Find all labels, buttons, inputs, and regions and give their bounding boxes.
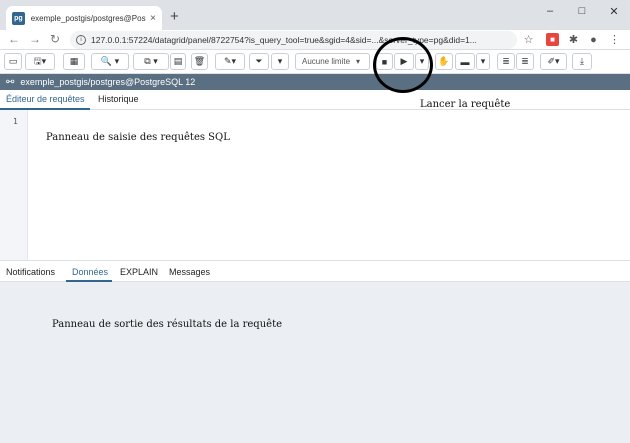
site-info-icon[interactable]: i [76,35,86,45]
edit-dropdown-button[interactable]: ✎▾ [215,53,245,70]
explain-options-dropdown[interactable]: ▾ [476,53,490,70]
sql-editor[interactable]: 1 Panneau de saisie des requêtes SQL [0,110,630,260]
connection-bar: ⚯ exemple_postgis/postgres@PostgreSQL 12 [0,74,630,90]
results-panel[interactable]: Panneau de sortie des résultats de la re… [0,282,630,443]
query-toolbar: ▭ 🖫▾ ▦ 🔍 ▾ ⧉ ▾ ▤ 🗑 ✎▾ ⏷ ▾ Aucune limite … [0,50,630,74]
open-file-button[interactable]: ▭ [4,53,22,70]
pgadmin-favicon-icon: pg [12,11,25,25]
copy-button[interactable]: ⧉ ▾ [133,53,169,70]
run-button-highlight-circle [373,37,433,93]
results-annotation: Panneau de sortie des résultats de la re… [52,319,283,330]
extension-icon[interactable]: ■ [546,33,559,46]
browser-menu-icon[interactable]: ⋮ [608,33,621,46]
explain-button[interactable]: ✋ [435,53,453,70]
run-query-callout: Lancer la requête [420,99,511,110]
explain-analyze-button[interactable]: ▬ [455,53,475,70]
delete-button[interactable]: 🗑 [191,53,208,70]
commit-button[interactable]: ≣ [497,53,515,70]
chevron-down-icon: ▾ [356,57,361,66]
browser-tab[interactable]: pg exemple_postgis/postgres@Post × [6,6,162,30]
tab-query-editor[interactable]: Éditeur de requêtes [6,94,85,104]
connection-status-icon[interactable]: ⚯ [6,77,14,88]
tab-data[interactable]: Données [72,267,108,277]
find-button[interactable]: ▦ [63,53,85,70]
profile-avatar-icon[interactable]: ● [587,33,600,46]
maximize-button[interactable]: □ [566,0,598,22]
editor-tabs: Éditeur de requêtes Historique [0,90,630,110]
row-limit-select[interactable]: Aucune limite ▾ [295,53,370,70]
line-number: 1 [13,117,18,126]
back-icon[interactable]: ← [8,32,20,46]
new-tab-button[interactable]: + [170,8,179,25]
paste-button[interactable]: ▤ [170,53,186,70]
puzzle-extensions-icon[interactable]: ✱ [567,33,580,46]
search-dropdown-button[interactable]: 🔍 ▾ [91,53,129,70]
tab-title: exemple_postgis/postgres@Post [30,13,147,23]
tab-messages[interactable]: Messages [169,267,210,277]
tab-explain[interactable]: EXPLAIN [120,267,158,277]
download-button[interactable]: ⤓ [572,53,592,70]
close-tab-icon[interactable]: × [150,13,156,24]
row-limit-value: Aucune limite [302,57,351,66]
address-bar: ← → ↻ i 127.0.0.1:57224/datagrid/panel/8… [0,30,630,50]
bookmark-star-icon[interactable]: ☆ [522,33,535,46]
forward-icon[interactable]: → [29,32,41,46]
browser-titlebar: pg exemple_postgis/postgres@Post × + – □… [0,0,630,30]
line-gutter: 1 [0,110,28,260]
tab-history[interactable]: Historique [98,94,139,104]
rollback-button[interactable]: ≣ [516,53,534,70]
reload-icon[interactable]: ↻ [50,32,60,46]
url-field[interactable]: i 127.0.0.1:57224/datagrid/panel/8722754… [70,31,517,49]
result-tabs: Notifications Données EXPLAIN Messages [0,260,630,282]
filter-dropdown-button[interactable]: ▾ [271,53,289,70]
minimize-button[interactable]: – [534,0,566,22]
filter-button[interactable]: ⏷ [249,53,269,70]
close-window-button[interactable]: ✕ [598,0,630,22]
editor-annotation: Panneau de saisie des requêtes SQL [46,132,230,143]
connection-label: exemple_postgis/postgres@PostgreSQL 12 [20,77,196,87]
tab-notifications[interactable]: Notifications [6,267,55,277]
save-file-button[interactable]: 🖫▾ [25,53,55,70]
clear-dropdown-button[interactable]: ✐▾ [540,53,567,70]
window-controls: – □ ✕ [534,0,630,22]
